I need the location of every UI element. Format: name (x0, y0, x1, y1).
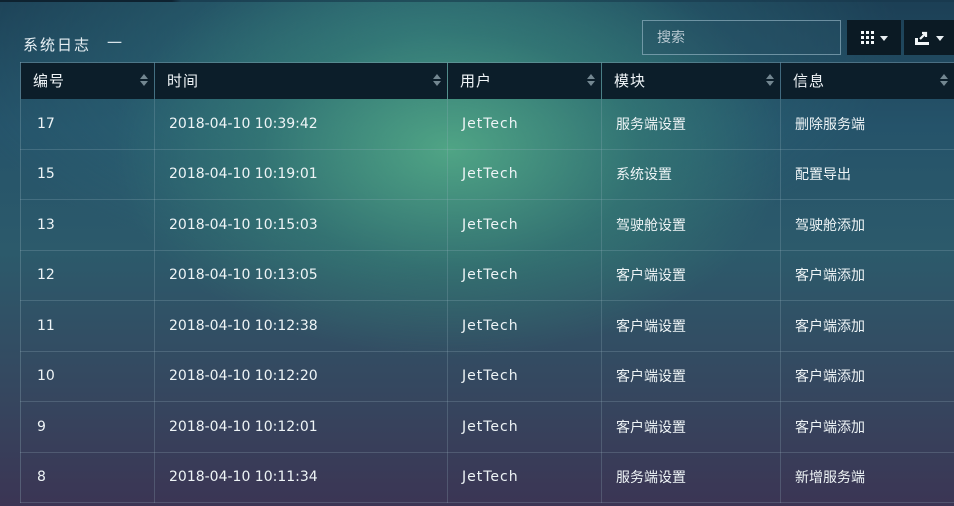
cell-user: JetTech (447, 452, 602, 503)
cell-user: JetTech (447, 351, 602, 402)
cell-time: 2018-04-10 10:15:03 (154, 199, 448, 251)
table-row[interactable]: 13 2018-04-10 10:15:03 JetTech 驾驶舱设置 驾驶舱… (20, 199, 954, 251)
table-row[interactable]: 12 2018-04-10 10:13:05 JetTech 客户端设置 客户端… (20, 250, 954, 301)
cell-time: 2018-04-10 10:39:42 (154, 98, 448, 150)
cell-id: 13 (20, 199, 155, 251)
cell-time: 2018-04-10 10:12:20 (154, 351, 448, 402)
cell-module: 系统设置 (601, 149, 781, 200)
cell-module: 客户端设置 (601, 250, 781, 301)
table-row[interactable]: 10 2018-04-10 10:12:20 JetTech 客户端设置 客户端… (20, 351, 954, 402)
panel-title: 系统日志 (23, 36, 92, 54)
table-row[interactable]: 15 2018-04-10 10:19:01 JetTech 系统设置 配置导出 (20, 149, 954, 200)
export-icon (915, 31, 929, 45)
cell-info: 客户端添加 (780, 250, 954, 301)
cell-time: 2018-04-10 10:11:34 (154, 452, 448, 503)
cell-id: 12 (20, 250, 155, 301)
cell-user: JetTech (447, 250, 602, 301)
column-header-time[interactable]: 时间 (154, 62, 448, 99)
cell-id: 8 (20, 452, 155, 503)
cell-user: JetTech (447, 98, 602, 150)
cell-info: 客户端添加 (780, 351, 954, 402)
cell-user: JetTech (447, 300, 602, 352)
cell-info: 删除服务端 (780, 98, 954, 150)
cell-id: 15 (20, 149, 155, 200)
column-header-user[interactable]: 用户 (447, 62, 602, 99)
sort-icon[interactable] (766, 74, 774, 88)
cell-module: 驾驶舱设置 (601, 199, 781, 251)
cell-id: 10 (20, 351, 155, 402)
chevron-down-icon (936, 36, 944, 41)
cell-module: 客户端设置 (601, 300, 781, 352)
chevron-down-icon (879, 36, 888, 41)
top-border (0, 0, 954, 2)
search-input[interactable] (642, 20, 841, 55)
cell-user: JetTech (447, 149, 602, 200)
cell-info: 新增服务端 (780, 452, 954, 503)
cell-module: 服务端设置 (601, 98, 781, 150)
cell-time: 2018-04-10 10:12:38 (154, 300, 448, 352)
collapse-button[interactable]: 一 (107, 32, 122, 52)
cell-info: 客户端添加 (780, 401, 954, 453)
cell-info: 驾驶舱添加 (780, 199, 954, 251)
cell-module: 服务端设置 (601, 452, 781, 503)
columns-toggle-button[interactable] (847, 20, 901, 55)
table-row[interactable]: 11 2018-04-10 10:12:38 JetTech 客户端设置 客户端… (20, 300, 954, 352)
cell-user: JetTech (447, 401, 602, 453)
table-row[interactable]: 17 2018-04-10 10:39:42 JetTech 服务端设置 删除服… (20, 98, 954, 150)
cell-time: 2018-04-10 10:13:05 (154, 250, 448, 301)
grid-icon (860, 31, 874, 44)
table-row[interactable]: 8 2018-04-10 10:11:34 JetTech 服务端设置 新增服务… (20, 452, 954, 503)
cell-module: 客户端设置 (601, 351, 781, 402)
cell-id: 9 (20, 401, 155, 453)
cell-module: 客户端设置 (601, 401, 781, 453)
sort-icon[interactable] (433, 74, 441, 88)
cell-user: JetTech (447, 199, 602, 251)
export-button[interactable] (904, 20, 954, 55)
column-header-module[interactable]: 模块 (601, 62, 781, 99)
cell-id: 11 (20, 300, 155, 352)
system-log-table: 编号 时间 用户 模块 信息 17 2018-04-10 10:39:42 Je… (20, 62, 954, 503)
sort-icon[interactable] (940, 74, 948, 88)
column-header-id[interactable]: 编号 (20, 62, 155, 99)
table-header-row: 编号 时间 用户 模块 信息 (20, 62, 954, 99)
cell-info: 客户端添加 (780, 300, 954, 352)
cell-time: 2018-04-10 10:19:01 (154, 149, 448, 200)
column-header-info[interactable]: 信息 (780, 62, 954, 99)
sort-icon[interactable] (587, 74, 595, 88)
table-row[interactable]: 9 2018-04-10 10:12:01 JetTech 客户端设置 客户端添… (20, 401, 954, 453)
sort-icon[interactable] (140, 74, 148, 88)
cell-id: 17 (20, 98, 155, 150)
cell-info: 配置导出 (780, 149, 954, 200)
cell-time: 2018-04-10 10:12:01 (154, 401, 448, 453)
